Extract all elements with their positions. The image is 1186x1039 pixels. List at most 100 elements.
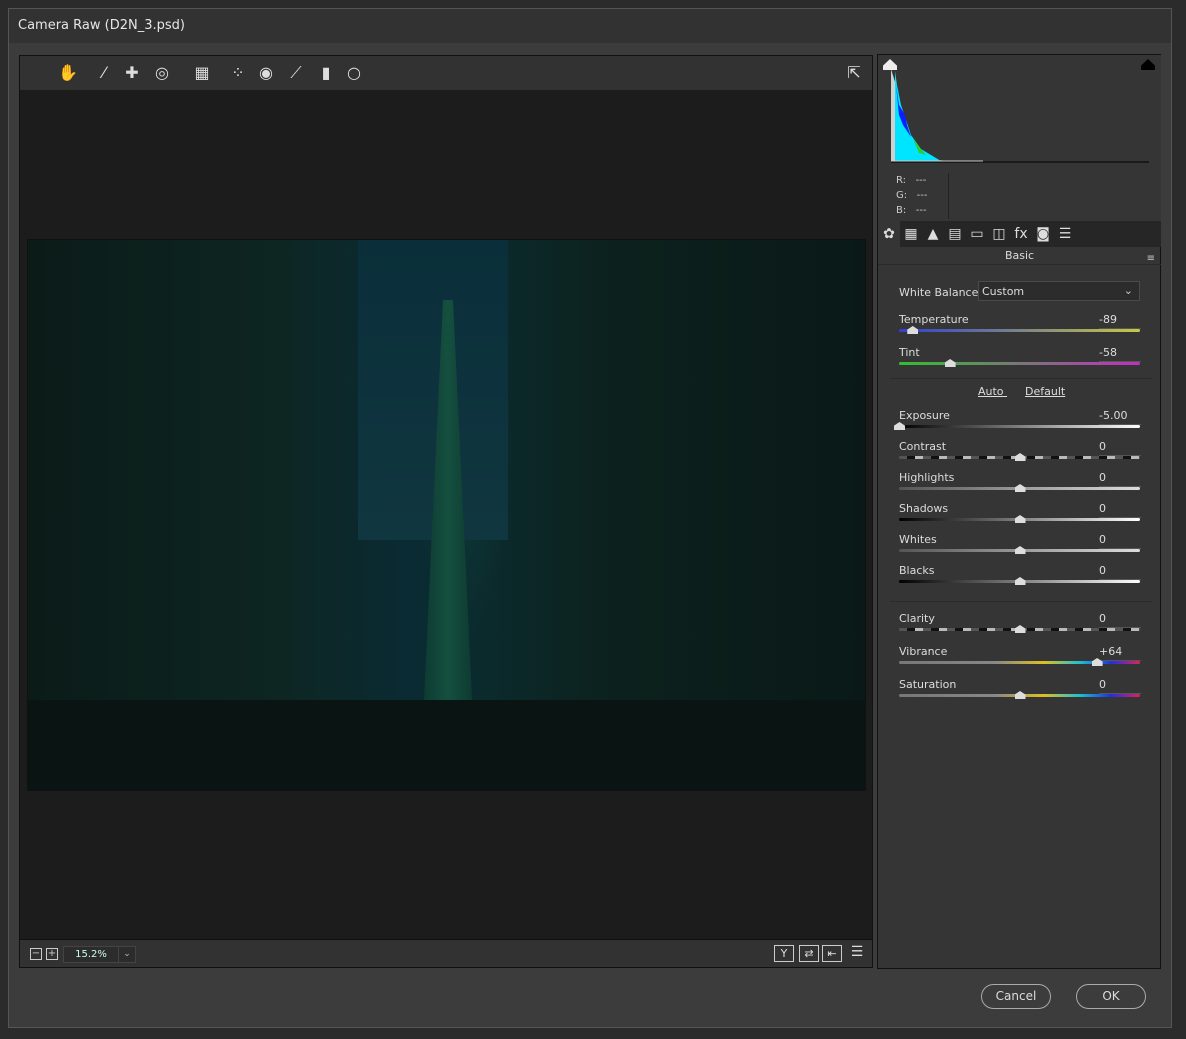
slider-thumb[interactable]	[1014, 453, 1026, 461]
slider-highlights: Highlights 0	[899, 471, 1141, 499]
panel-tabs: ✿ ▦ ▲ ▤ ▭ ◫ fx ◙ ☰	[878, 221, 1161, 247]
panel-tab-4-icon[interactable]: ▭	[966, 221, 988, 247]
r-label: R:	[896, 175, 907, 186]
slider-thumb[interactable]	[1014, 546, 1026, 554]
slider-label: Temperature	[899, 313, 969, 326]
chevron-down-icon: ⌄	[118, 947, 135, 962]
slider-label: Highlights	[899, 471, 955, 484]
slider-value-input[interactable]: 0	[1099, 471, 1141, 487]
panel-tab-7-icon[interactable]: ◙	[1032, 221, 1054, 247]
hand-tool-icon[interactable]: ✋	[58, 63, 78, 83]
panel-tab-5-icon[interactable]: ◫	[988, 221, 1010, 247]
slider-value-input[interactable]: -58	[1099, 346, 1141, 362]
white-balance-value: Custom	[982, 285, 1025, 298]
adjustment-brush-icon[interactable]: ⟋	[286, 63, 306, 83]
b-label: B:	[896, 205, 907, 216]
slider-label: Contrast	[899, 440, 947, 453]
slider-exposure: Exposure -5.00	[894, 409, 1141, 437]
cancel-button[interactable]: Cancel	[981, 984, 1051, 1009]
slider-thumb[interactable]	[1014, 577, 1026, 585]
slider-clarity: Clarity 0	[899, 612, 1141, 640]
b-value: ---	[915, 205, 927, 216]
panel-tab-1-icon[interactable]: ▦	[900, 221, 922, 247]
toolbar: ✋ ⁄ ✚ ◎ ▦ ⁘ ◉ ⟋ ▮ ○ ⇱	[20, 56, 872, 90]
slider-value-input[interactable]: -89	[1099, 313, 1141, 329]
ok-button[interactable]: OK	[1076, 984, 1146, 1009]
sky	[358, 240, 508, 540]
panel-tab-3-icon[interactable]: ▤	[944, 221, 966, 247]
slider-thumb[interactable]	[1014, 484, 1026, 492]
slider-thumb[interactable]	[1014, 515, 1026, 523]
copy-settings-button[interactable]: ⇤	[822, 945, 842, 962]
slider-label: Blacks	[899, 564, 935, 577]
slider-value-input[interactable]: 0	[1099, 612, 1141, 628]
red-eye-tool-icon[interactable]: ◉	[256, 63, 276, 83]
slider-thumb[interactable]	[907, 326, 919, 334]
spot-removal-tool-icon[interactable]: ⁘	[228, 63, 248, 83]
slider-value-input[interactable]: 0	[1099, 533, 1141, 549]
slider-value-input[interactable]: +64	[1099, 645, 1141, 661]
open-preferences-icon[interactable]: ⇱	[844, 63, 864, 83]
slider-thumb[interactable]	[894, 422, 905, 430]
slider-track[interactable]	[899, 425, 1140, 428]
slider-value-input[interactable]: 0	[1099, 564, 1141, 580]
slider-label: Saturation	[899, 678, 957, 691]
auto-default-links: Auto Default	[978, 385, 1065, 398]
divider	[890, 601, 1152, 602]
r-value: ---	[915, 175, 927, 186]
slider-track[interactable]	[899, 661, 1140, 664]
slider-value-input[interactable]: 0	[1099, 502, 1141, 518]
slider-label: Whites	[899, 533, 937, 546]
section-label: Basic	[1004, 249, 1035, 262]
auto-link[interactable]: Auto	[978, 385, 1004, 398]
slider-shadows: Shadows 0	[899, 502, 1141, 530]
white-balance-select[interactable]: Custom ⌄	[978, 281, 1140, 301]
preview-preferences-icon[interactable]: ☰	[847, 945, 867, 962]
image-preview[interactable]	[27, 239, 866, 791]
default-link[interactable]: Default	[1025, 385, 1065, 398]
preview-area: ✋ ⁄ ✚ ◎ ▦ ⁘ ◉ ⟋ ▮ ○ ⇱ − + 15.2% ⌄ Y ⇄ ⇤ ☰	[19, 55, 873, 968]
white-balance-tool-icon[interactable]: ⁄	[94, 63, 114, 83]
zoom-out-button[interactable]: −	[30, 948, 42, 960]
slider-saturation: Saturation 0	[899, 678, 1141, 706]
graduated-filter-icon[interactable]: ▮	[316, 63, 336, 83]
slider-contrast: Contrast 0	[899, 440, 1141, 468]
slider-track[interactable]	[899, 362, 1140, 365]
radial-filter-icon[interactable]: ○	[344, 63, 364, 83]
g-value: ---	[916, 190, 928, 201]
slider-value-input[interactable]: -5.00	[1099, 409, 1141, 425]
panel-tab-2-icon[interactable]: ▲	[922, 221, 944, 247]
slider-tint: Tint -58	[899, 346, 1141, 374]
divider	[948, 173, 949, 219]
slider-label: Tint	[899, 346, 920, 359]
section-title: Basic ≡	[878, 247, 1161, 265]
slider-track[interactable]	[899, 329, 1140, 332]
slider-label: Shadows	[899, 502, 949, 515]
slider-temperature: Temperature -89	[899, 313, 1141, 341]
panel-tab-6-icon[interactable]: fx	[1010, 221, 1032, 247]
before-after-view-button[interactable]: Y	[774, 945, 794, 962]
chevron-down-icon: ⌄	[1123, 284, 1133, 297]
divider	[890, 378, 1152, 379]
slider-thumb[interactable]	[1014, 625, 1026, 633]
window-title: Camera Raw (D2N_3.psd)	[9, 9, 1171, 43]
slider-value-input[interactable]: 0	[1099, 440, 1141, 456]
transform-tool-icon[interactable]: ▦	[192, 63, 212, 83]
color-sampler-tool-icon[interactable]: ✚	[122, 63, 142, 83]
panel-tab-8-icon[interactable]: ☰	[1054, 221, 1076, 247]
slider-value-input[interactable]: 0	[1099, 678, 1141, 694]
slider-thumb[interactable]	[1014, 691, 1026, 699]
shadow-clipping-warning-icon[interactable]	[883, 59, 897, 70]
adjustments-panel: R: --- G: --- B: --- ✿ ▦ ▲ ▤ ▭ ◫ fx ◙ ☰ Basic ≡ W…	[877, 54, 1161, 969]
targeted-adjustment-tool-icon[interactable]: ◎	[152, 63, 172, 83]
histogram-graph	[891, 69, 1149, 163]
slider-thumb[interactable]	[944, 359, 956, 367]
zoom-in-button[interactable]: +	[46, 948, 58, 960]
panel-tab-0-icon[interactable]: ✿	[878, 221, 900, 247]
panel-menu-icon[interactable]: ≡	[1147, 250, 1155, 268]
zoom-level-select[interactable]: 15.2% ⌄	[63, 946, 136, 963]
highlight-clipping-warning-icon[interactable]	[1141, 59, 1155, 70]
slider-vibrance: Vibrance +64	[899, 645, 1141, 673]
swap-settings-button[interactable]: ⇄	[799, 945, 819, 962]
slider-label: Exposure	[899, 409, 950, 422]
